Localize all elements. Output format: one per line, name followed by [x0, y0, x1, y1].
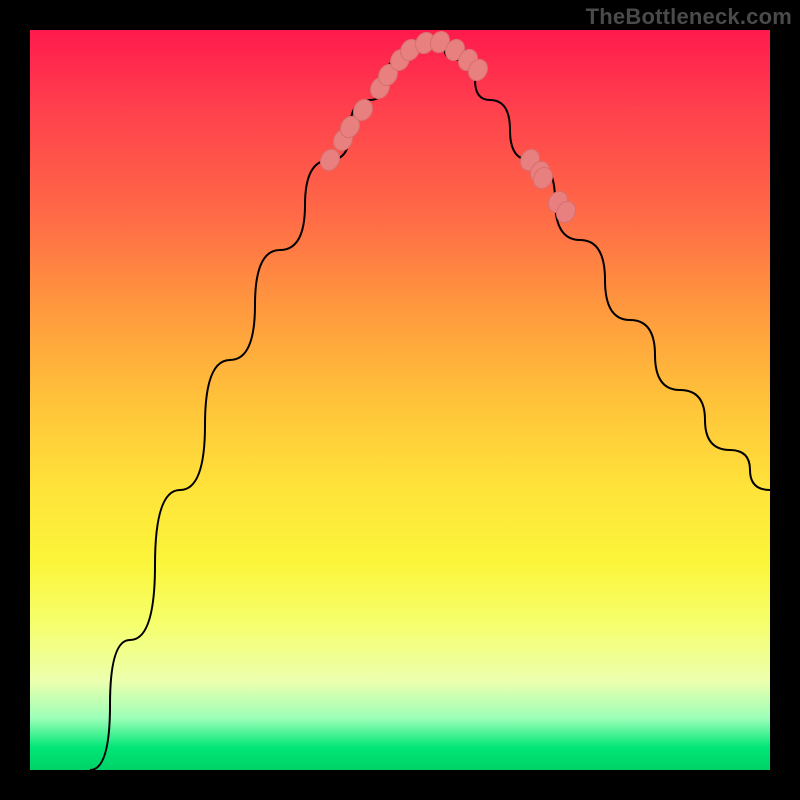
watermark-text: TheBottleneck.com: [586, 4, 792, 30]
curve-layer: [30, 30, 770, 770]
plot-area: [30, 30, 770, 770]
chart-frame: TheBottleneck.com: [0, 0, 800, 800]
bottleneck-curve: [90, 42, 770, 770]
marker-group: [317, 28, 579, 226]
